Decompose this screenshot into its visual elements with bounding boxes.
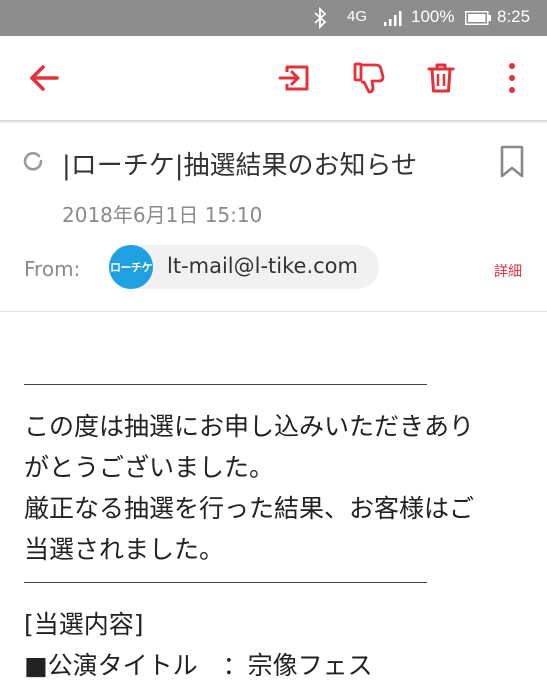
bluetooth-icon [314,7,327,29]
status-bar: 4G 100% 8:25 [0,0,547,36]
thumbs-down-icon [353,62,385,94]
more-options-button[interactable] [492,58,532,98]
body-line-4: 当選されました。 [24,535,225,564]
toolbar-shadow [0,120,547,124]
section-heading: [当選内容] [24,610,144,639]
body-rule-top [24,384,427,385]
performance-title-line: ■公演タイトル ：宗像フェス [24,651,373,680]
signal-icon [384,11,402,26]
body-rule-bottom [24,582,427,583]
bookmark-icon[interactable] [498,145,526,179]
body-line-2: がとうございました。 [24,453,275,482]
email-date: 2018年6月1日 15:10 [62,203,263,227]
move-to-inbox-button[interactable] [274,58,314,98]
header-divider [0,311,547,312]
back-arrow-icon [30,65,59,91]
from-label: From: [24,257,81,281]
sender-chip[interactable]: ローチケ lt-mail@l-tike.com [109,245,379,289]
report-spam-button[interactable] [349,58,389,98]
details-link[interactable]: 詳細 [494,261,522,281]
move-to-inbox-icon [278,65,309,91]
network-type: 4G [347,8,368,25]
delete-button[interactable] [421,58,461,98]
battery-icon [465,11,491,25]
toolbar [0,36,547,120]
more-vertical-icon [509,63,515,93]
sender-email: lt-mail@l-tike.com [167,254,358,278]
email-subject: |ローチケ|抽選結果のお知らせ [62,151,417,181]
battery-percent: 100% [411,7,455,26]
sender-avatar: ローチケ [109,245,153,289]
trash-icon [427,63,455,93]
body-line-1: この度は抽選にお申し込みいただきあり [24,412,475,441]
back-button[interactable] [24,58,64,98]
refresh-icon [23,152,43,171]
status-time: 8:25 [497,7,531,26]
body-line-3: 厳正なる抽選を行った結果、お客様はご [24,494,475,523]
